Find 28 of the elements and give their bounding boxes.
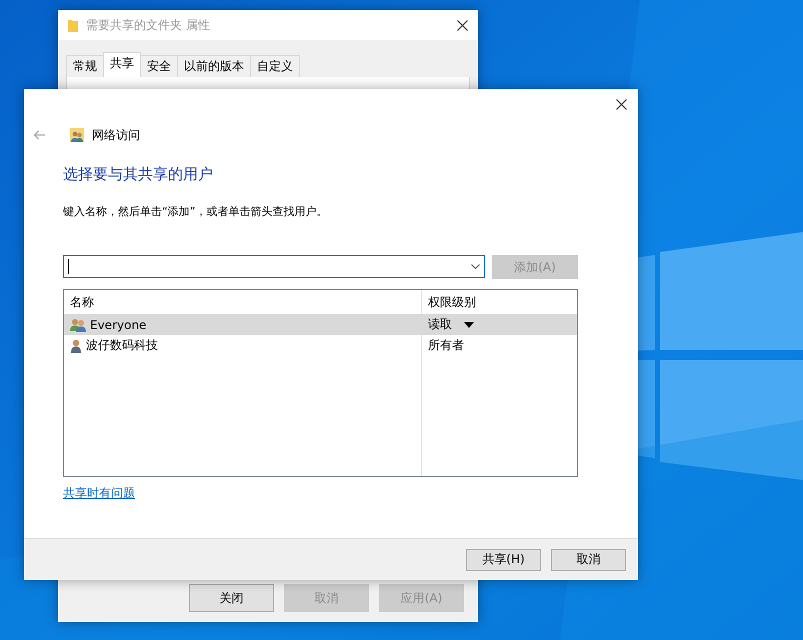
permission-level: 所有者 (428, 337, 464, 354)
tab[interactable]: 自定义 (250, 55, 300, 77)
dialog-button[interactable]: 关闭 (189, 584, 274, 612)
dialog-button[interactable]: 取消 (551, 548, 626, 570)
breadcrumb-title: 网络访问 (92, 126, 140, 144)
tab[interactable]: 常规 (66, 55, 104, 77)
column-header[interactable]: 权限级别 (422, 294, 577, 310)
user-name-combobox[interactable] (63, 255, 485, 278)
dialog-button[interactable]: 共享(H) (466, 548, 541, 570)
page-heading: 选择要与其共享的用户 (63, 165, 214, 184)
help-link[interactable]: 共享时有问题 (63, 485, 135, 502)
close-icon[interactable] (457, 20, 468, 30)
window-title: 需要共享的文件夹 属性 (86, 16, 211, 34)
users-icon (70, 128, 84, 142)
user-icon (70, 338, 82, 352)
close-icon[interactable] (616, 98, 627, 110)
folder-icon (68, 18, 78, 32)
column-header[interactable]: 名称 (64, 294, 422, 310)
permission-level: 读取 (428, 316, 452, 333)
list-row[interactable]: 波仔数码科技 所有者 (64, 335, 577, 356)
user-name: 波仔数码科技 (86, 337, 158, 354)
list-row[interactable]: Everyone 读取 (64, 314, 577, 335)
tab[interactable]: 共享 (103, 52, 141, 77)
users-icon (70, 318, 86, 332)
user-name: Everyone (90, 318, 146, 332)
instruction-text: 键入名称，然后单击“添加”，或者单击箭头查找用户。 (63, 204, 328, 219)
chevron-down-icon[interactable] (471, 264, 480, 269)
dropdown-triangle-icon[interactable] (464, 322, 474, 328)
